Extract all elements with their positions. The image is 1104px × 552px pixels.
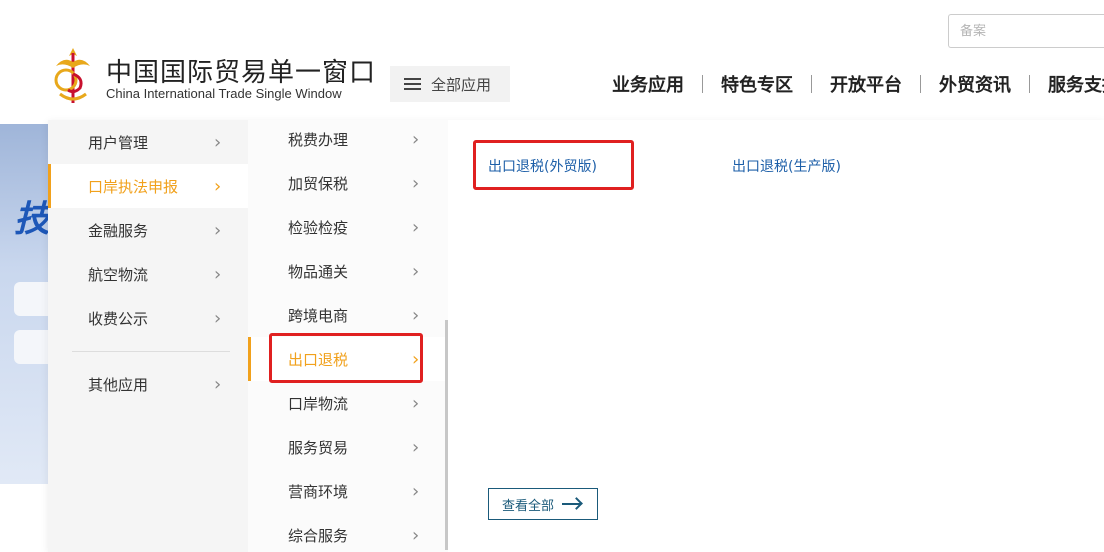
- submenu-item-inspection[interactable]: 检验检疫 ›: [248, 205, 448, 249]
- chevron-right-icon: ›: [412, 480, 420, 502]
- chevron-right-icon: ›: [412, 524, 420, 546]
- menu-item-label: 收费公示: [88, 309, 149, 328]
- logo-title-cn: 中国国际贸易单一窗口: [106, 58, 377, 88]
- link-export-tax-refund-production[interactable]: 出口退税(生产版): [732, 156, 841, 176]
- menu-item-other-apps[interactable]: 其他应用 ›: [48, 362, 248, 406]
- view-all-button[interactable]: 查看全部: [488, 488, 598, 520]
- logo-title-en: China International Trade Single Window: [106, 86, 342, 101]
- submenu-item-cross-border-ecommerce[interactable]: 跨境电商 ›: [248, 293, 448, 337]
- menu-item-fee-disclosure[interactable]: 收费公示 ›: [48, 296, 248, 340]
- nav-trade-news[interactable]: 外贸资讯: [921, 71, 1029, 97]
- chevron-right-icon: ›: [412, 216, 420, 238]
- menu-icon: [404, 77, 421, 91]
- submenu-item-label: 物品通关: [288, 262, 349, 281]
- nav-service-support[interactable]: 服务支持: [1030, 71, 1104, 97]
- chevron-right-icon: ›: [214, 307, 222, 329]
- link-export-tax-refund-trade[interactable]: 出口退税(外贸版): [488, 156, 597, 176]
- menu-item-financial-services[interactable]: 金融服务 ›: [48, 208, 248, 252]
- chevron-right-icon: ›: [214, 219, 222, 241]
- submenu-item-label: 出口退税: [288, 350, 349, 369]
- chevron-right-icon: ›: [412, 392, 420, 414]
- nav-featured-zone[interactable]: 特色专区: [703, 71, 811, 97]
- menu-item-label: 其他应用: [88, 375, 149, 394]
- submenu-item-label: 税费办理: [288, 130, 349, 149]
- submenu-item-goods-clearance[interactable]: 物品通关 ›: [248, 249, 448, 293]
- submenu-item-label: 加贸保税: [288, 174, 349, 193]
- menu-item-label: 金融服务: [88, 221, 149, 240]
- chevron-right-icon: ›: [412, 436, 420, 458]
- chevron-right-icon: ›: [412, 348, 420, 370]
- submenu-item-port-logistics[interactable]: 口岸物流 ›: [248, 381, 448, 425]
- site-header: 中国国际贸易单一窗口 China International Trade Sin…: [0, 0, 1104, 122]
- chevron-right-icon: ›: [412, 128, 420, 150]
- chevron-right-icon: ›: [214, 373, 222, 395]
- submenu-item-label: 服务贸易: [288, 438, 349, 457]
- chevron-right-icon: ›: [412, 172, 420, 194]
- submenu-item-export-tax-refund[interactable]: 出口退税 ›: [248, 337, 448, 381]
- submenu-item-service-trade[interactable]: 服务贸易 ›: [248, 425, 448, 469]
- menu-item-label: 口岸执法申报: [88, 177, 179, 196]
- submenu-item-label: 跨境电商: [288, 306, 349, 325]
- all-apps-label: 全部应用: [431, 76, 492, 94]
- search-input[interactable]: [948, 14, 1104, 48]
- nav-open-platform[interactable]: 开放平台: [812, 71, 920, 97]
- chevron-right-icon: ›: [214, 263, 222, 285]
- menu-item-label: 航空物流: [88, 265, 149, 284]
- menu-divider: [72, 351, 230, 352]
- submenu-item-tax-fees[interactable]: 税费办理 ›: [248, 120, 448, 161]
- menu-item-port-declaration[interactable]: 口岸执法申报 ›: [48, 164, 248, 208]
- menu-item-air-logistics[interactable]: 航空物流 ›: [48, 252, 248, 296]
- submenu-item-processing-trade[interactable]: 加贸保税 ›: [248, 161, 448, 205]
- menu-item-label: 用户管理: [88, 133, 149, 152]
- submenu-item-label: 综合服务: [288, 526, 349, 545]
- arrow-right-icon: [562, 497, 583, 510]
- submenu-item-business-environment[interactable]: 营商环境 ›: [248, 469, 448, 513]
- chevron-right-icon: ›: [412, 260, 420, 282]
- chevron-right-icon: ›: [412, 304, 420, 326]
- submenu-item-label: 检验检疫: [288, 218, 349, 237]
- menu-level2: 税费办理 › 加贸保税 › 检验检疫 › 物品通关 › 跨境电商 › 出口退税 …: [248, 120, 448, 552]
- main-nav: 业务应用 特色专区 开放平台 外贸资讯 服务支持: [594, 70, 1104, 98]
- submenu-scrollbar[interactable]: [445, 320, 448, 550]
- submenu-item-comprehensive-services[interactable]: 综合服务 ›: [248, 513, 448, 552]
- all-apps-button[interactable]: 全部应用: [390, 66, 510, 102]
- menu-item-user-management[interactable]: 用户管理 ›: [48, 120, 248, 164]
- chevron-right-icon: ›: [214, 175, 222, 197]
- menu-level1: 用户管理 › 口岸执法申报 › 金融服务 › 航空物流 › 收费公示 › 其他应…: [48, 120, 248, 552]
- submenu-item-label: 口岸物流: [288, 394, 349, 413]
- submenu-item-label: 营商环境: [288, 482, 349, 501]
- chevron-right-icon: ›: [214, 131, 222, 153]
- banner-text: 技: [14, 199, 51, 240]
- customs-emblem-logo[interactable]: [50, 44, 96, 106]
- view-all-label: 查看全部: [502, 498, 555, 514]
- nav-business-apps[interactable]: 业务应用: [594, 71, 702, 97]
